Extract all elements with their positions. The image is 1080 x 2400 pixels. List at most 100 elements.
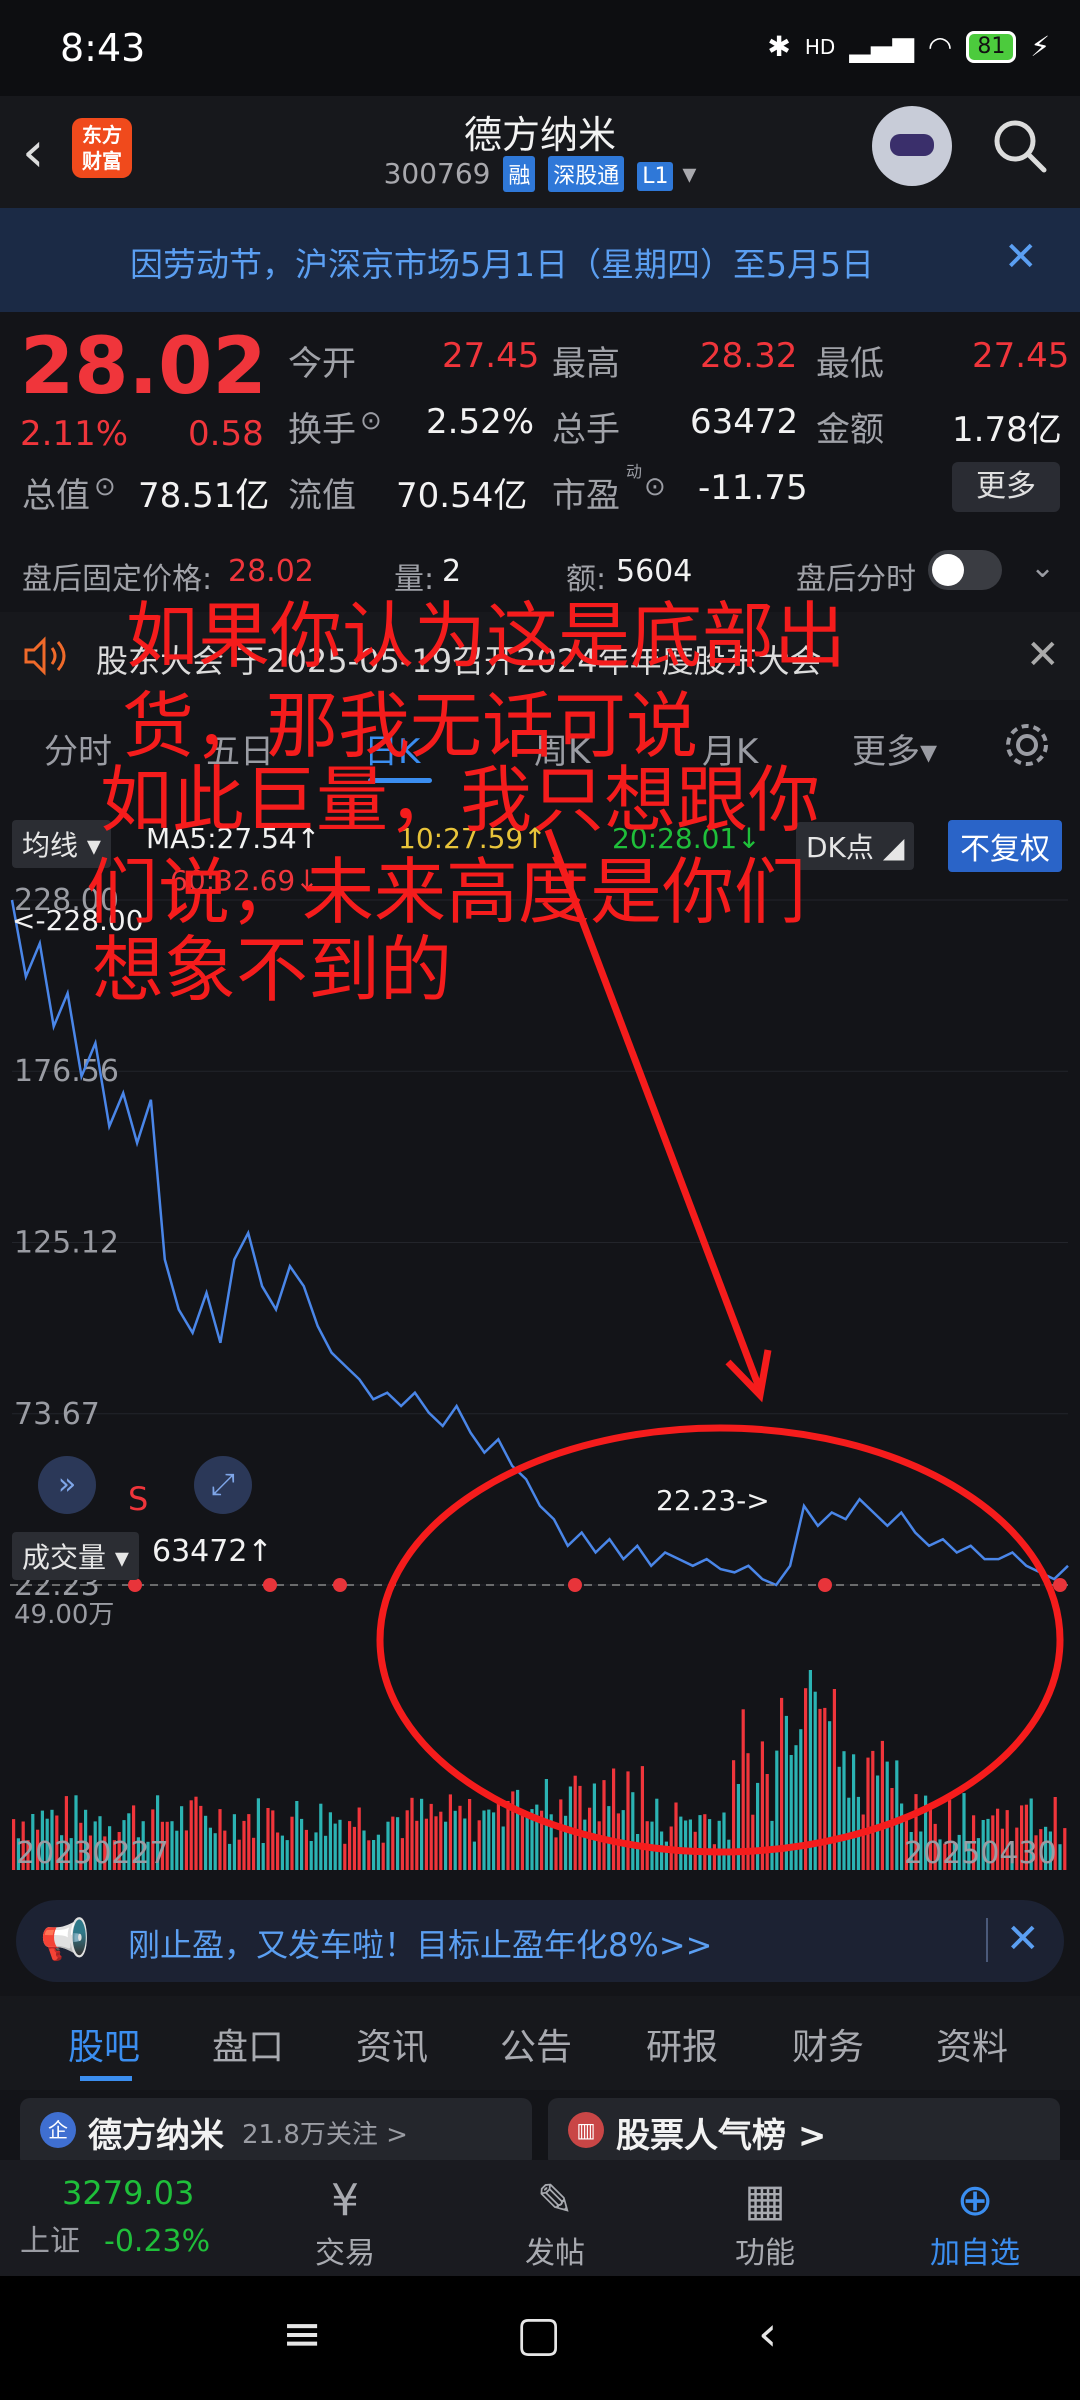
- battery-icon: 81: [966, 30, 1017, 63]
- volume-bar: [856, 1796, 860, 1870]
- level-tag: L1: [637, 162, 674, 191]
- volume-bar: [199, 1805, 203, 1870]
- rong-tag: 融: [503, 156, 536, 192]
- settings-gear-icon[interactable]: [1002, 720, 1052, 770]
- meeting-close-icon[interactable]: ✕: [1026, 632, 1060, 678]
- stock-code: 300769: [383, 157, 491, 190]
- float-value: 70.54亿: [396, 476, 528, 516]
- volume-bar: [813, 1691, 817, 1870]
- menu-icon[interactable]: ≡: [282, 2306, 322, 2362]
- volume-bar: [285, 1840, 289, 1870]
- nav-post[interactable]: ✎ 发帖: [480, 2174, 630, 2272]
- fullscreen-icon[interactable]: ⤢: [194, 1456, 252, 1514]
- volume-bar: [511, 1791, 515, 1870]
- volume-bar: [900, 1803, 904, 1870]
- nav-trade[interactable]: ¥ 交易: [270, 2174, 420, 2272]
- volume-bar: [463, 1818, 467, 1870]
- volume-bar: [453, 1810, 457, 1870]
- tab-guba[interactable]: 股吧: [68, 2018, 140, 2070]
- volume-bar: [698, 1815, 702, 1870]
- stock-bar-card[interactable]: 企 德方纳米 21.8万关注 >: [20, 2098, 532, 2168]
- y-tick-label: 125.12: [14, 1225, 119, 1260]
- volume-bar: [208, 1827, 212, 1870]
- fixed-price-label: 盘后固定价格:: [22, 562, 213, 597]
- tab-finance[interactable]: 财务: [792, 2018, 864, 2070]
- chart-canvas: 228.00176.56125.1273.6722.23: [10, 883, 1069, 1870]
- turnover-info-icon[interactable]: ⊙: [360, 406, 382, 436]
- volume-bar: [381, 1842, 385, 1870]
- promo-banner[interactable]: 📢 刚止盈，又发车啦！目标止盈年化8%>> ✕: [16, 1900, 1064, 1982]
- volume-bar: [871, 1750, 875, 1870]
- volume-bar: [544, 1779, 548, 1870]
- signal-icon: HD: [804, 34, 836, 59]
- home-icon[interactable]: ▢: [516, 2306, 561, 2362]
- volume-bar: [880, 1740, 884, 1870]
- after-timeshare-toggle[interactable]: [928, 550, 1002, 590]
- mcap-info-icon[interactable]: ⊙: [94, 472, 116, 502]
- volume-bar: [607, 1806, 611, 1870]
- pe-dynamic-sup: 动: [626, 462, 643, 481]
- robot-assistant-icon[interactable]: [872, 106, 952, 186]
- nav-function[interactable]: ▦ 功能: [690, 2174, 840, 2272]
- tab-profile[interactable]: 资料: [936, 2018, 1008, 2070]
- tab-news[interactable]: 资讯: [356, 2018, 428, 2070]
- volume-bar: [362, 1830, 366, 1870]
- wifi-icon: ◠: [927, 30, 953, 63]
- notice-close-icon[interactable]: ✕: [1004, 234, 1038, 280]
- tab-pankou[interactable]: 盘口: [212, 2018, 284, 2070]
- expand-chevron-icon[interactable]: »: [38, 1456, 96, 1514]
- volume-bar: [602, 1780, 606, 1870]
- volume-bar: [842, 1751, 846, 1870]
- grid-icon: ▦: [744, 2175, 786, 2226]
- volume-bar: [789, 1755, 793, 1870]
- volume-bar: [520, 1809, 524, 1870]
- pe-value: -11.75: [698, 468, 808, 508]
- tab-announcements[interactable]: 公告: [500, 2018, 572, 2070]
- chevron-down-icon[interactable]: ⌄: [1030, 550, 1055, 585]
- promo-close-icon[interactable]: ✕: [1006, 1916, 1040, 1962]
- y-tick-label: 73.67: [14, 1397, 100, 1432]
- popularity-card[interactable]: ▥ 股票人气榜 >: [548, 2098, 1060, 2168]
- nav-add-label: 加自选: [930, 2236, 1020, 2271]
- volume-bar: [266, 1808, 270, 1870]
- volume-bar: [612, 1768, 616, 1870]
- volume-bar: [338, 1819, 342, 1870]
- volume-bar: [256, 1798, 260, 1870]
- mcap-value: 78.51亿: [138, 476, 270, 516]
- bluetooth-icon: ✱: [767, 30, 791, 63]
- volume-bar: [1058, 1844, 1062, 1870]
- index-widget[interactable]: 3279.03 上证 -0.23%: [20, 2174, 260, 2260]
- low-label: 最低: [816, 344, 884, 384]
- fuquan-button[interactable]: 不复权: [948, 820, 1062, 872]
- date-end: 20250430: [904, 1836, 1057, 1871]
- volume-selector[interactable]: 成交量 ▾: [12, 1532, 139, 1580]
- volume-bar: [794, 1745, 798, 1870]
- open-label: 今开: [288, 344, 356, 384]
- volume-bar: [204, 1815, 208, 1870]
- tab-research[interactable]: 研报: [646, 2018, 718, 2070]
- nav-add-watchlist[interactable]: ⊕ 加自选: [900, 2174, 1050, 2272]
- signal-dot: [263, 1578, 277, 1592]
- volume-bar: [218, 1809, 222, 1870]
- nav-post-label: 发帖: [525, 2236, 585, 2271]
- more-button[interactable]: 更多: [952, 462, 1060, 512]
- signal-dot: [818, 1578, 832, 1592]
- volume-bar: [348, 1821, 352, 1870]
- volume-bar: [228, 1843, 232, 1870]
- dropdown-icon[interactable]: ▾: [682, 157, 696, 190]
- search-icon[interactable]: [990, 116, 1048, 174]
- volume-bar: [304, 1829, 308, 1870]
- tab-more[interactable]: 更多▾: [852, 724, 937, 773]
- volume-bar: [501, 1826, 505, 1870]
- volume-bar: [328, 1812, 332, 1870]
- volume-bar: [429, 1803, 433, 1870]
- volume-bar: [400, 1838, 404, 1870]
- volume-bar: [885, 1761, 889, 1870]
- pe-info-icon[interactable]: ⊙: [644, 472, 666, 502]
- volume-bar: [741, 1709, 745, 1870]
- volume-bar: [626, 1771, 630, 1870]
- volume-bar: [664, 1841, 668, 1870]
- volume-bar: [1063, 1828, 1067, 1870]
- volume-bar: [631, 1792, 635, 1870]
- back-nav-icon[interactable]: ‹: [758, 2306, 777, 2362]
